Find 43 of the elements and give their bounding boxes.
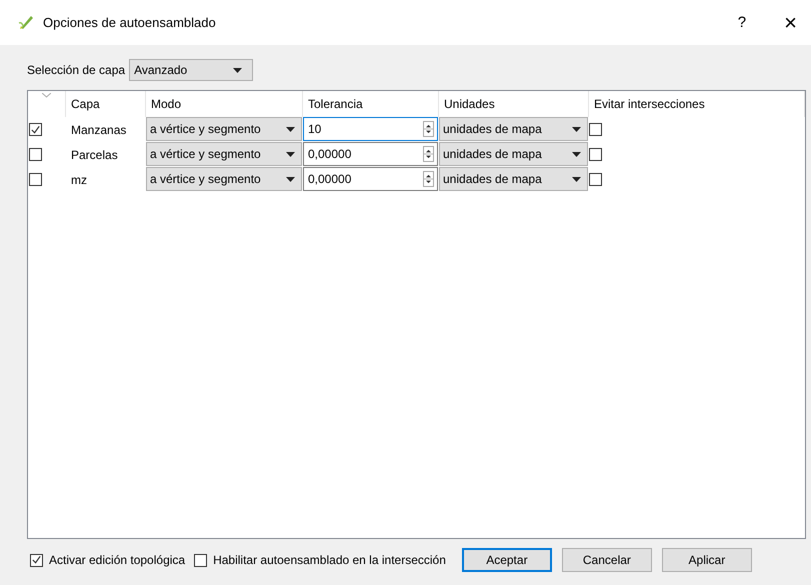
option-label: Activar edición topológica <box>49 553 186 567</box>
spinner-arrows-icon <box>423 171 434 187</box>
layer-name: Manzanas <box>70 122 128 138</box>
close-button[interactable]: × <box>784 10 797 36</box>
layer-selection-dropdown[interactable]: Avanzado <box>129 59 254 81</box>
column-header[interactable]: Evitar intersecciones <box>589 91 805 117</box>
layer-name: Parcelas <box>70 146 119 164</box>
option-label: Habilitar autoensamblado en la intersección <box>213 553 446 567</box>
column-header[interactable]: Capa <box>66 91 146 117</box>
layer-selection-label: Selección de capa <box>27 63 126 77</box>
tolerance-field[interactable]: 0,00000 <box>303 142 438 166</box>
caret-icon <box>572 152 581 156</box>
avoid-intersections-checkbox[interactable] <box>589 123 602 136</box>
units-dropdown[interactable]: unidades de mapa <box>439 117 588 141</box>
caret-icon <box>286 152 295 156</box>
dialog-button[interactable]: Cancelar <box>562 548 652 572</box>
mode-dropdown[interactable]: a vértice y segmento <box>146 117 302 141</box>
window-title: Opciones de autoensamblado <box>43 15 217 30</box>
layer-checkbox[interactable] <box>29 148 42 161</box>
caret-icon <box>572 176 581 182</box>
caret-icon <box>286 176 295 182</box>
layer-checkbox[interactable] <box>29 123 42 136</box>
spinner-arrows-icon <box>423 146 434 162</box>
option-checkbox[interactable] <box>30 554 43 566</box>
dialog-button[interactable]: Aceptar <box>462 548 552 572</box>
tolerance-field[interactable]: 10 <box>303 117 438 141</box>
units-dropdown[interactable]: unidades de mapa <box>439 167 588 191</box>
help-button[interactable]: ? <box>738 14 746 31</box>
sort-indicator-icon <box>42 92 51 98</box>
caret-icon <box>233 68 242 72</box>
caret-icon <box>286 126 295 132</box>
avoid-intersections-checkbox[interactable] <box>589 148 602 161</box>
layer-checkbox[interactable] <box>29 173 42 186</box>
spinner-arrows-icon <box>423 121 434 137</box>
mode-dropdown[interactable]: a vértice y segmento <box>146 167 302 191</box>
option-checkbox[interactable] <box>194 554 208 566</box>
tolerance-field[interactable]: 0,00000 <box>303 167 438 191</box>
layer-name: mz <box>70 172 88 188</box>
units-dropdown[interactable]: unidades de mapa <box>439 142 588 166</box>
avoid-intersections-checkbox[interactable] <box>589 173 602 186</box>
mode-dropdown[interactable]: a vértice y segmento <box>146 142 302 166</box>
dialog-button[interactable]: Aplicar <box>662 548 752 572</box>
caret-icon <box>572 126 581 132</box>
